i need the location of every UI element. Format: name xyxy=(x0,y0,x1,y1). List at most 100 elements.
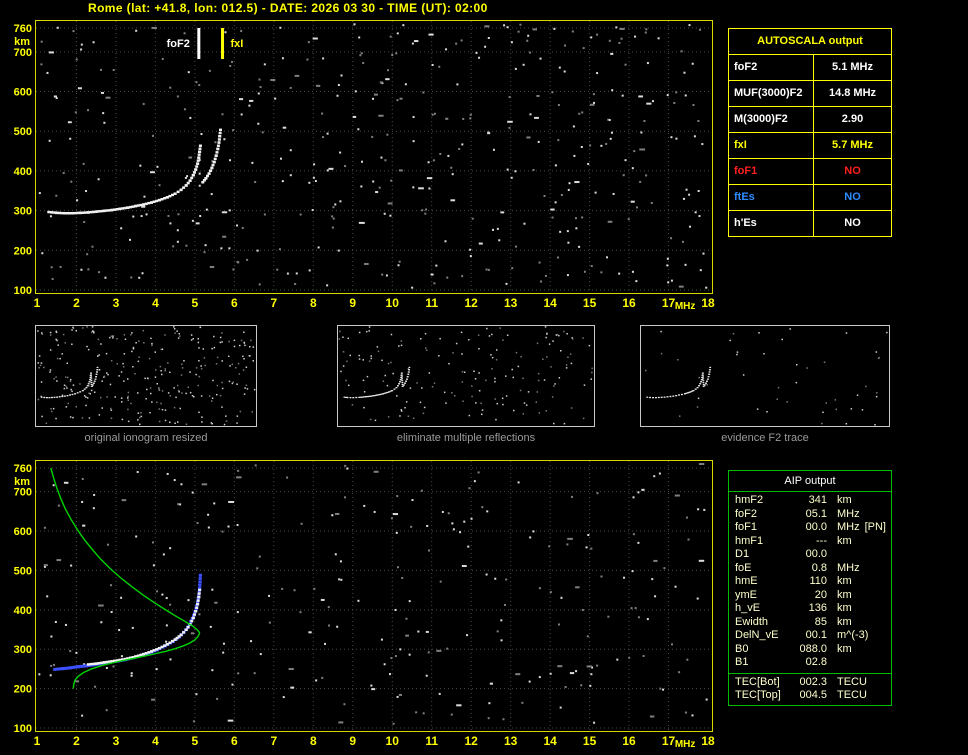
row-value: 088.0 xyxy=(799,642,827,655)
aip-row: ymE 20 km xyxy=(729,589,891,603)
row-label: foF2 xyxy=(735,507,758,520)
autoscala-row: ftEs NO xyxy=(729,185,891,211)
row-value: 004.5 xyxy=(799,689,827,701)
svg-text:700: 700 xyxy=(14,47,32,59)
row-unit: km xyxy=(837,615,852,628)
svg-text:18: 18 xyxy=(701,734,715,748)
aip-row: hmF2 341 km xyxy=(729,494,891,508)
svg-text:8: 8 xyxy=(310,734,317,748)
row-label: foF2 xyxy=(729,55,814,80)
row-value: 2.90 xyxy=(841,113,864,125)
svg-text:1: 1 xyxy=(34,296,41,310)
O-mode-echo-trace xyxy=(47,144,202,215)
foF2-marker: foF2 xyxy=(167,28,201,59)
row-unit: km xyxy=(837,575,852,587)
svg-text:14: 14 xyxy=(543,296,557,310)
row-extra xyxy=(886,562,891,576)
aip-output-table: AIP output hmF2 341 km foF2 05.1 MHz foF1 00.0 M… xyxy=(728,470,892,706)
svg-text:km: km xyxy=(14,476,30,488)
row-label: Ewidth xyxy=(735,615,769,628)
svg-text:km: km xyxy=(14,36,30,48)
aip-output-title: AIP output xyxy=(729,471,891,492)
svg-text:foF2: foF2 xyxy=(167,38,190,50)
aip-rows: hmF2 341 km foF2 05.1 MHz foF1 00.0 MHz [PN] hmF1 -… xyxy=(729,492,891,670)
row-label: DelN_vE xyxy=(735,629,779,641)
svg-text:11: 11 xyxy=(425,734,438,748)
autoscala-output-title: AUTOSCALA output xyxy=(729,29,891,55)
svg-text:16: 16 xyxy=(622,734,636,748)
svg-text:4: 4 xyxy=(152,296,159,310)
svg-text:5: 5 xyxy=(192,296,199,310)
row-extra xyxy=(886,616,891,630)
row-value: NO xyxy=(844,165,861,177)
row-label: B0 xyxy=(735,642,749,655)
svg-text:400: 400 xyxy=(14,166,32,178)
svg-text:10: 10 xyxy=(386,734,400,748)
row-value: 002.3 xyxy=(799,675,827,688)
svg-text:300: 300 xyxy=(14,206,32,218)
row-value: 85 xyxy=(814,615,827,628)
autoscala-row: foF2 5.1 MHz xyxy=(729,55,891,81)
svg-text:9: 9 xyxy=(349,734,356,748)
svg-text:17: 17 xyxy=(662,734,676,748)
svg-text:1: 1 xyxy=(34,734,41,748)
row-extra xyxy=(886,535,891,549)
autoscala-row: fxI 5.7 MHz xyxy=(729,133,891,159)
row-extra xyxy=(886,602,891,616)
svg-text:6: 6 xyxy=(231,734,238,748)
row-value: 5.1 MHz xyxy=(832,61,873,73)
row-value: NO xyxy=(844,191,861,203)
aip-tec-rows: TEC[Bot] 002.3 TECU TEC[Top] 004.5 TECU xyxy=(729,672,891,703)
row-extra xyxy=(886,508,891,522)
row-unit: km xyxy=(837,602,852,614)
svg-text:MHz: MHz xyxy=(675,301,696,312)
row-label: hmF2 xyxy=(735,494,764,506)
svg-text:5: 5 xyxy=(192,734,199,748)
row-label: hmF1 xyxy=(735,534,764,547)
autoscala-row: MUF(3000)F2 14.8 MHz xyxy=(729,81,891,107)
svg-text:4: 4 xyxy=(152,734,159,748)
row-label: foE xyxy=(735,561,752,574)
row-label: D1 xyxy=(735,548,750,560)
svg-text:200: 200 xyxy=(14,245,32,257)
aip-row: DelN_vE 00.1 m^(-3) xyxy=(729,629,891,643)
svg-text:12: 12 xyxy=(464,296,478,310)
aip-row: foE 0.8 MHz xyxy=(729,562,891,576)
row-label: M(3000)F2 xyxy=(729,107,814,132)
svg-text:2: 2 xyxy=(73,734,80,748)
profile-plot: 760700600500400300200100km1 2 3 4 5 6 7 8 9 10 11 1… xyxy=(14,460,715,750)
svg-text:600: 600 xyxy=(14,526,32,538)
row-value: --- xyxy=(816,534,827,547)
row-label: TEC[Top] xyxy=(735,689,781,701)
svg-text:2: 2 xyxy=(73,296,80,310)
aip-row: TEC[Bot] 002.3 TECU xyxy=(729,676,891,690)
row-unit: km xyxy=(837,642,852,655)
svg-text:760: 760 xyxy=(14,463,32,475)
thumbnail-caption: original ionogram resized xyxy=(84,432,208,444)
row-value: 14.8 MHz xyxy=(828,87,877,99)
row-unit: TECU xyxy=(837,675,867,688)
svg-text:3: 3 xyxy=(113,296,120,310)
svg-text:6: 6 xyxy=(231,296,238,310)
row-extra xyxy=(886,629,891,643)
aip-row: h_vE 136 km xyxy=(729,602,891,616)
row-label: h'Es xyxy=(729,211,814,236)
svg-text:12: 12 xyxy=(464,734,478,748)
row-extra xyxy=(886,643,891,657)
row-extra xyxy=(886,676,891,690)
row-value: NO xyxy=(844,217,861,229)
row-extra xyxy=(886,548,891,562)
grid-lines xyxy=(36,21,711,292)
row-label: foF1 xyxy=(729,159,814,184)
svg-text:700: 700 xyxy=(14,487,32,499)
row-label: TEC[Bot] xyxy=(735,675,780,688)
row-unit: MHz xyxy=(837,521,860,533)
row-value: 00.1 xyxy=(805,629,827,641)
svg-text:100: 100 xyxy=(14,285,32,297)
row-label: ymE xyxy=(735,588,757,601)
svg-text:11: 11 xyxy=(425,296,438,310)
noise-dots xyxy=(38,463,708,725)
bottom-ionogram: 760700600500400300200100km1 2 3 4 5 6 7 8 9 10 11 1… xyxy=(14,460,715,750)
thumbnail-caption: evidence F2 trace xyxy=(721,432,809,444)
svg-text:16: 16 xyxy=(622,296,636,310)
